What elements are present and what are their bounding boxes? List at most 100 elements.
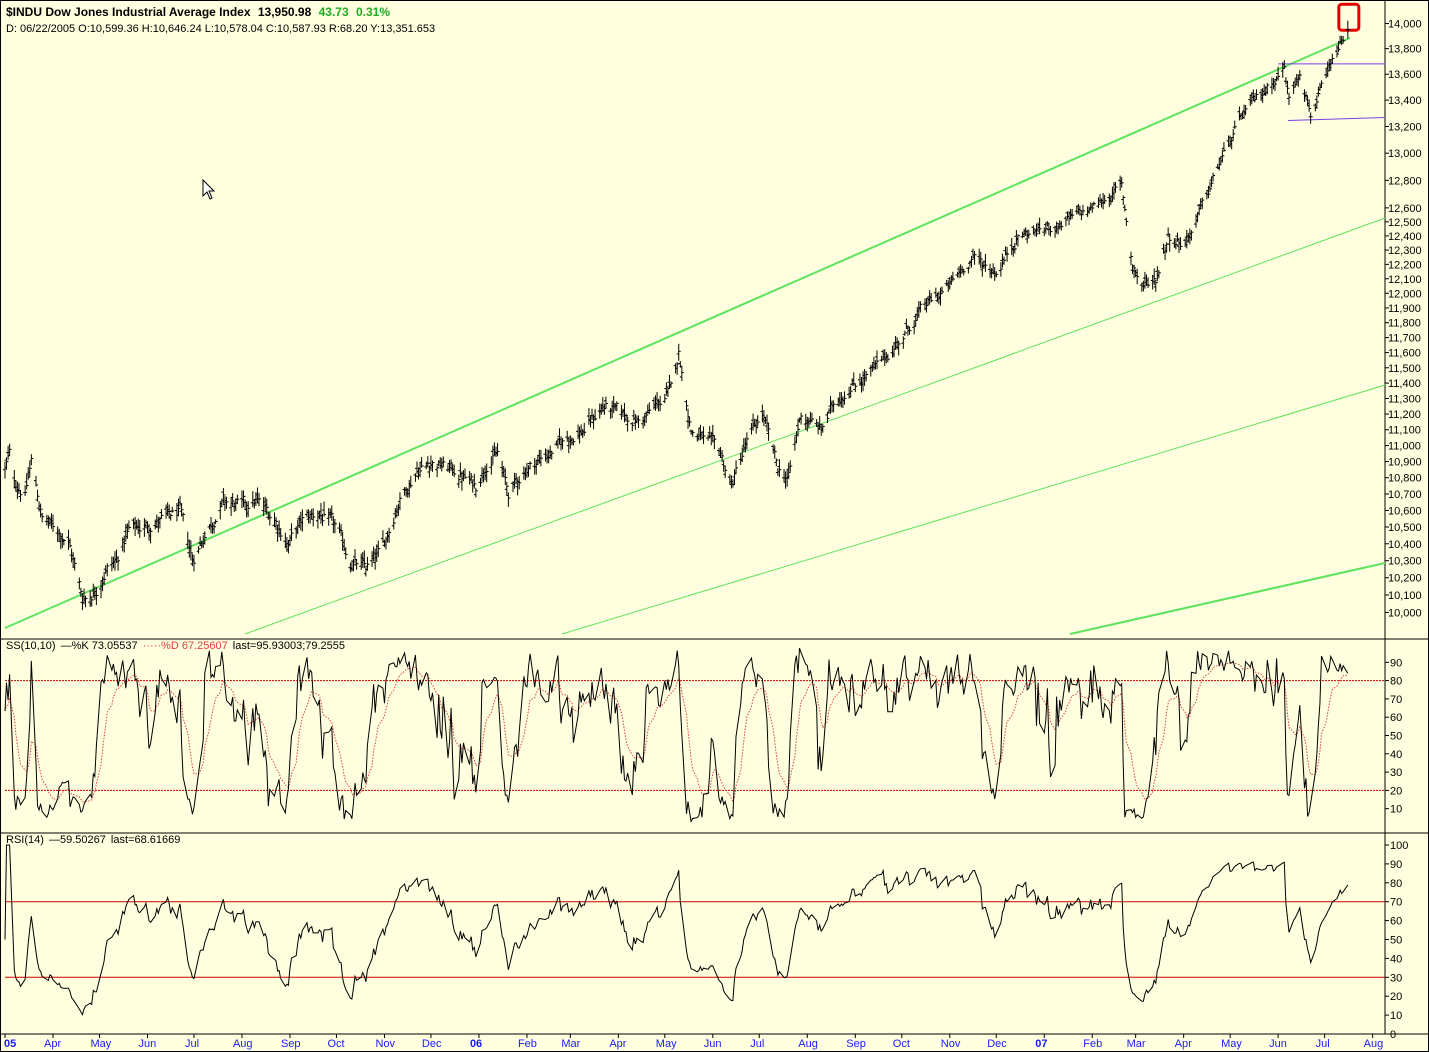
- price-bar: [966, 266, 971, 274]
- change-percent: 0.31%: [356, 5, 390, 19]
- price-tick-label: 10,900: [1388, 457, 1422, 469]
- price-bar: [1124, 217, 1129, 227]
- ss-tick-label: 70: [1390, 694, 1402, 706]
- rsi-tick-label: 10: [1390, 1010, 1402, 1022]
- x-tick-label: Aug: [233, 1038, 253, 1050]
- rsi-tick-label: 70: [1390, 897, 1402, 909]
- price-tick-label: 11,100: [1388, 425, 1421, 437]
- price-bar: [1232, 120, 1237, 130]
- x-tick-label: Oct: [327, 1038, 344, 1050]
- price-tick-label: 11,500: [1388, 363, 1421, 375]
- rsi-line: [4, 844, 1349, 1016]
- price-tick-label: 13,200: [1388, 121, 1422, 133]
- ss-k-line: [4, 648, 1349, 823]
- price-bar: [33, 475, 38, 487]
- price-bar: [1122, 204, 1127, 212]
- ss-tick-label: 20: [1390, 785, 1402, 797]
- price-bar: [391, 517, 396, 530]
- trend-lines: [4, 2, 1386, 635]
- ss-title: SS(10,10): [6, 640, 56, 652]
- price-bar: [901, 336, 906, 349]
- symbol: $INDU: [6, 5, 42, 19]
- price-tick-label: 10,800: [1388, 473, 1422, 485]
- x-tick-label: May: [656, 1038, 677, 1050]
- highlight-box: [1337, 2, 1361, 32]
- price-tick-label: 12,300: [1388, 245, 1422, 257]
- price-tick-label: 10,300: [1388, 556, 1422, 568]
- x-tick-label: Mar: [1127, 1038, 1146, 1050]
- price-bar: [1345, 20, 1350, 39]
- price-tick-label: 12,500: [1388, 217, 1422, 229]
- x-tick-label: Feb: [518, 1038, 537, 1050]
- price-bar: [679, 366, 684, 381]
- x-tick-label: Sep: [846, 1038, 866, 1050]
- ss-tick-label: 50: [1390, 731, 1402, 743]
- x-tick-label: 05: [4, 1038, 16, 1050]
- trendline-upper: [4, 37, 1351, 629]
- x-tick-label: Aug: [1364, 1038, 1384, 1050]
- x-tick-label: Jul: [750, 1038, 764, 1050]
- price-bar: [40, 512, 45, 523]
- ss-last: last=95.93003;79.2555: [233, 640, 345, 652]
- price-tick-label: 13,000: [1388, 148, 1422, 160]
- price-tick-label: 10,100: [1388, 590, 1422, 602]
- price-bar: [1308, 112, 1313, 124]
- price-bar: [77, 577, 82, 590]
- x-tick-label: Feb: [1083, 1038, 1102, 1050]
- x-tick-label: Aug: [798, 1038, 818, 1050]
- ss-tick-label: 80: [1390, 676, 1402, 688]
- trendline-lower: [561, 384, 1386, 635]
- price-tick-label: 10,700: [1388, 489, 1422, 501]
- ohlc-readout: D: 06/22/2005 O:10,599.36 H:10,646.24 L:…: [6, 23, 435, 35]
- x-tick-label: Jun: [704, 1038, 722, 1050]
- stochastic-panel: [4, 648, 1385, 823]
- chart-canvas: 10,000 10,100 10,200 10,300 10,400 10,500 10,6…: [0, 0, 1429, 1052]
- price-tick-label: 11,300: [1388, 393, 1421, 405]
- price-bar: [902, 330, 907, 336]
- price-tick-label: 10,600: [1388, 505, 1422, 517]
- rsi-tick-label: 90: [1390, 859, 1402, 871]
- ss-d-legend: ·····%D 67.25607: [143, 640, 228, 652]
- rsi-tick-label: 60: [1390, 916, 1402, 928]
- price-tick-label: 11,800: [1388, 318, 1421, 330]
- ss-legend: SS(10,10) —%K 73.05537 ·····%D 67.25607 …: [6, 640, 345, 652]
- price-tick-label: 13,800: [1388, 44, 1422, 56]
- x-tick-label: Jul: [185, 1038, 199, 1050]
- outer-frame: [0, 0, 1429, 1052]
- x-tick-label: Jun: [138, 1038, 156, 1050]
- change-value: 43.73: [319, 5, 349, 19]
- ss-tick-label: 10: [1390, 804, 1402, 816]
- rsi-tick-label: 100: [1390, 840, 1408, 852]
- price-tick-label: 10,000: [1388, 607, 1422, 619]
- price-bar: [676, 343, 681, 361]
- ss-d-line: [4, 661, 1348, 804]
- x-tick-label: Oct: [893, 1038, 910, 1050]
- price-bar: [473, 487, 478, 498]
- price-tick-label: 10,200: [1388, 573, 1422, 585]
- x-tick-label: Jul: [1316, 1038, 1330, 1050]
- price-tick-label: 11,700: [1388, 333, 1421, 345]
- x-tick-label: 06: [470, 1038, 482, 1050]
- x-tick-label: May: [1221, 1038, 1242, 1050]
- price-bars: [3, 20, 1350, 611]
- rsi-value: —59.50267: [49, 834, 106, 846]
- price-bar: [1286, 92, 1291, 106]
- last-price: 13,950.98: [258, 5, 312, 19]
- x-tick-label: Nov: [941, 1038, 961, 1050]
- rsi-tick-label: 50: [1390, 935, 1402, 947]
- price-bar: [1121, 195, 1126, 206]
- price-tick-label: 12,400: [1388, 231, 1422, 243]
- rsi-tick-label: 80: [1390, 878, 1402, 890]
- price-tick-label: 14,000: [1388, 18, 1422, 30]
- x-tick-label: Dec: [422, 1038, 442, 1050]
- index-name: Dow Jones Industrial Average Index: [45, 5, 250, 19]
- x-tick-label: Apr: [44, 1038, 61, 1050]
- price-tick-label: 11,200: [1388, 409, 1421, 421]
- price-tick-label: 12,600: [1388, 203, 1422, 215]
- x-tick-label: Sep: [281, 1038, 301, 1050]
- price-tick-label: 12,800: [1388, 175, 1422, 187]
- price-bar: [1128, 251, 1133, 266]
- x-tick-label: Jun: [1269, 1038, 1287, 1050]
- price-tick-label: 10,400: [1388, 539, 1422, 551]
- price-tick-label: 11,900: [1388, 303, 1421, 315]
